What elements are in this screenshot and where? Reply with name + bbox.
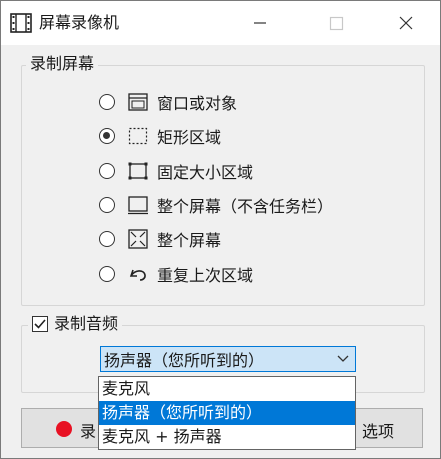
screen-recorder-window: 屏幕录像机 录制屏幕 窗口或对象 矩形区域 固定大小区域 整个屏幕（不含任务栏）… bbox=[0, 0, 441, 459]
mode-label: 整个屏幕（不含任务栏） bbox=[157, 197, 334, 216]
full-screen-icon bbox=[128, 229, 148, 249]
mode-label: 矩形区域 bbox=[157, 128, 222, 147]
mode-fixed-size-region[interactable]: 固定大小区域 bbox=[99, 158, 253, 184]
radio-button[interactable] bbox=[99, 163, 115, 179]
close-button[interactable] bbox=[383, 1, 429, 45]
record-screen-group: 录制屏幕 窗口或对象 矩形区域 固定大小区域 整个屏幕（不含任务栏） 整个屏幕 … bbox=[21, 54, 425, 306]
mode-label: 固定大小区域 bbox=[157, 163, 254, 182]
checkbox-checked[interactable] bbox=[32, 316, 48, 332]
window-icon bbox=[128, 93, 148, 111]
record-button-label: 录 bbox=[80, 422, 97, 441]
record-audio-checkbox[interactable]: 录制音频 bbox=[28, 314, 123, 334]
audio-source-dropdown: 麦克风 扬声器（您所听到的） 麦克风 + 扬声器 bbox=[98, 376, 356, 450]
checkmark-icon bbox=[34, 319, 46, 329]
mode-label: 窗口或对象 bbox=[157, 94, 238, 113]
dropdown-option-speaker[interactable]: 扬声器（您所听到的） bbox=[99, 401, 355, 425]
radio-button[interactable] bbox=[99, 266, 115, 282]
audio-source-select[interactable]: 扬声器（您所听到的） bbox=[100, 346, 356, 372]
minimize-icon bbox=[254, 22, 266, 24]
mode-repeat-last-region[interactable]: 重复上次区域 bbox=[99, 261, 253, 287]
dropdown-option-mic-and-speaker[interactable]: 麦克风 + 扬声器 bbox=[99, 425, 355, 449]
radio-button[interactable] bbox=[99, 197, 115, 213]
record-dot-icon bbox=[56, 421, 72, 437]
minimize-button[interactable] bbox=[237, 1, 283, 45]
audio-source-value: 扬声器（您所听到的） bbox=[104, 351, 265, 370]
mode-window-or-object[interactable]: 窗口或对象 bbox=[99, 89, 237, 115]
radio-button-selected[interactable] bbox=[99, 128, 115, 144]
radio-button[interactable] bbox=[99, 94, 115, 110]
maximize-button bbox=[313, 1, 359, 45]
record-screen-label: 录制屏幕 bbox=[26, 54, 99, 74]
mode-rectangle-region[interactable]: 矩形区域 bbox=[99, 123, 221, 149]
screen-without-taskbar-icon bbox=[128, 196, 148, 215]
mode-screen-without-taskbar[interactable]: 整个屏幕（不含任务栏） bbox=[99, 192, 333, 218]
close-icon bbox=[399, 16, 413, 30]
options-button-label: 选项 bbox=[361, 422, 394, 441]
film-strip-icon bbox=[10, 13, 32, 33]
window-title: 屏幕录像机 bbox=[39, 13, 120, 32]
chevron-down-icon bbox=[337, 355, 349, 362]
mode-full-screen[interactable]: 整个屏幕 bbox=[99, 226, 221, 252]
mode-label: 重复上次区域 bbox=[157, 266, 254, 285]
repeat-arrow-icon bbox=[129, 269, 146, 281]
mode-label: 整个屏幕 bbox=[157, 231, 222, 250]
dropdown-option-microphone[interactable]: 麦克风 bbox=[99, 377, 355, 401]
dashed-rectangle-icon bbox=[128, 127, 148, 145]
radio-button[interactable] bbox=[99, 231, 115, 247]
fixed-size-region-icon bbox=[128, 162, 148, 180]
record-audio-label: 录制音频 bbox=[54, 314, 119, 333]
maximize-icon bbox=[329, 16, 344, 31]
title-bar[interactable]: 屏幕录像机 bbox=[1, 1, 440, 45]
